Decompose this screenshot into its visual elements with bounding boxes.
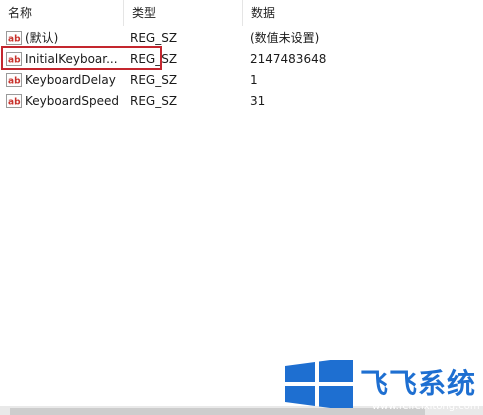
svg-text:ab: ab	[8, 98, 21, 108]
windows-logo-icon	[285, 360, 353, 408]
reg-string-icon: ab	[6, 31, 22, 45]
value-data: 1	[250, 73, 258, 87]
reg-string-icon: ab	[6, 94, 22, 108]
value-type: REG_SZ	[130, 94, 178, 108]
scrollbar-thumb[interactable]	[10, 408, 425, 415]
table-row[interactable]: ab KeyboardSpeed REG_SZ 31	[0, 91, 483, 112]
column-header: 名称 类型 数据	[0, 0, 483, 26]
column-header-data[interactable]: 数据	[243, 0, 483, 26]
value-type: REG_SZ	[130, 73, 178, 87]
value-name: KeyboardSpeed	[25, 94, 120, 108]
highlight-box	[1, 46, 162, 70]
watermark-title: 飞飞系统	[360, 367, 477, 400]
value-data: 2147483648	[250, 52, 327, 66]
watermark-url: www.feifeixitong.com	[372, 401, 480, 412]
reg-string-icon: ab	[6, 73, 22, 87]
svg-text:ab: ab	[8, 77, 21, 87]
column-header-name[interactable]: 名称	[0, 0, 123, 26]
value-data: 31	[250, 94, 266, 108]
value-data: (数值未设置)	[250, 31, 320, 45]
value-name: KeyboardDelay	[25, 73, 116, 87]
svg-text:ab: ab	[8, 35, 21, 45]
table-row[interactable]: ab KeyboardDelay REG_SZ 1	[0, 70, 483, 91]
column-header-type[interactable]: 类型	[124, 0, 242, 26]
